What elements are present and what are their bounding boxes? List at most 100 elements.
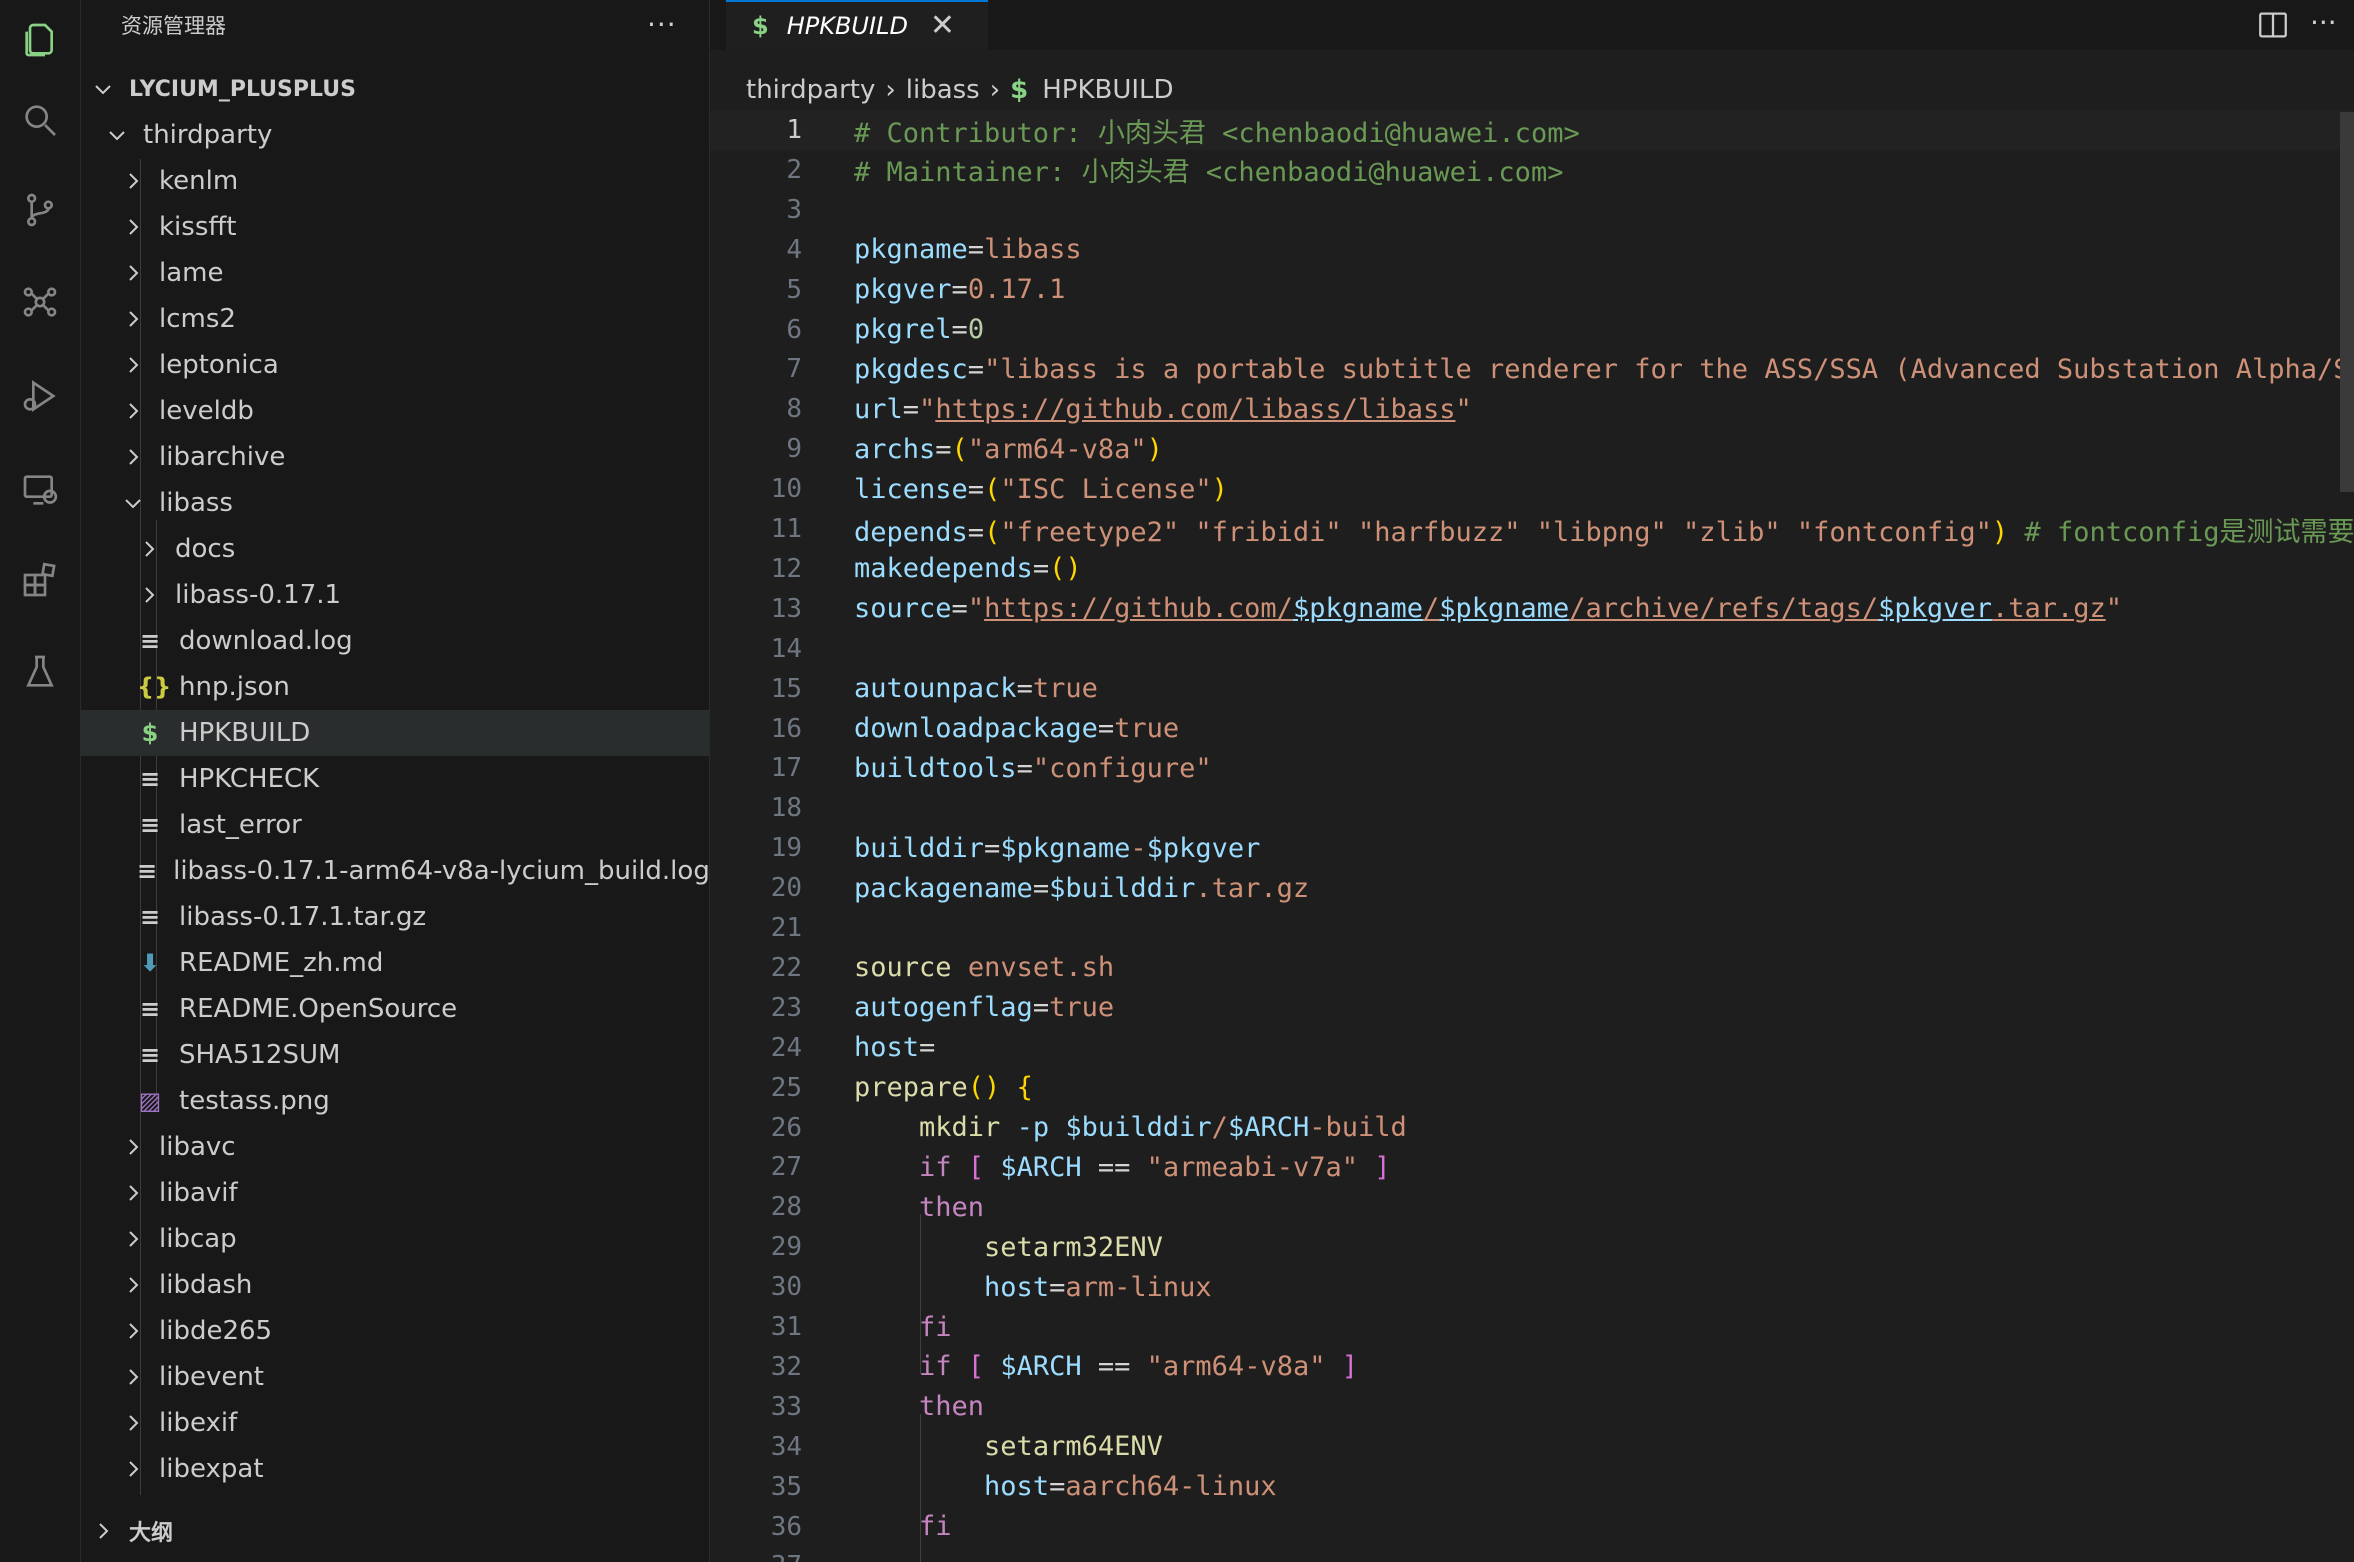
outline-section[interactable]: 大纲 [81, 1508, 709, 1554]
text-file-icon: ≡ [139, 627, 161, 655]
tree-file[interactable]: ≡ libass-0.17.1-arm64-v8a-lycium_build.lo… [81, 848, 709, 894]
run-debug-icon[interactable] [0, 356, 80, 436]
tree-file[interactable]: ≡ HPKCHECK [81, 756, 709, 802]
tree-folder[interactable]: libass-0.17.1 [81, 572, 709, 618]
tree-folder[interactable]: libexpat [81, 1446, 709, 1492]
source-control-icon[interactable] [0, 170, 80, 250]
code-token: prepare [854, 1072, 968, 1104]
tree-item-label: testass.png [179, 1086, 330, 1116]
tree-folder[interactable]: kissfft [81, 204, 709, 250]
tree-folder[interactable]: lcms2 [81, 296, 709, 342]
code-token: " [967, 593, 985, 625]
tree-folder[interactable]: libevent [81, 1354, 709, 1400]
line-number: 35 [770, 1471, 802, 1502]
breadcrumb-item[interactable]: HPKBUILD [1042, 75, 1173, 105]
tree-folder[interactable]: libass [81, 480, 709, 526]
testing-icon[interactable] [0, 632, 80, 712]
code-token: = [951, 274, 968, 306]
tree-folder[interactable]: leptonica [81, 342, 709, 388]
text-file-icon: ≡ [137, 857, 158, 885]
tree-folder[interactable]: libexif [81, 1400, 709, 1446]
tree-item-label: thirdparty [143, 120, 273, 150]
close-icon[interactable]: ✕ [930, 11, 955, 41]
code-token: # fontconfig是测试需要 [2008, 516, 2354, 548]
explorer-more-button[interactable]: ··· [647, 8, 677, 41]
tree-file[interactable]: ≡ SHA512SUM [81, 1032, 709, 1078]
split-editor-icon[interactable] [2256, 8, 2290, 42]
code-text: downloadpackage=true [854, 713, 1179, 744]
tree-item-label: libavc [159, 1132, 236, 1162]
tree-folder[interactable]: libcap [81, 1216, 709, 1262]
code-token: = [1032, 553, 1050, 585]
tree-folder[interactable]: lame [81, 250, 709, 296]
breadcrumb-item[interactable]: libass [906, 75, 980, 105]
line-number: 3 [786, 194, 802, 225]
code-line: 15 autounpack=true [710, 669, 2354, 709]
tree-file[interactable]: ▨ testass.png [81, 1078, 709, 1124]
code-line: 11 depends=("freetype2" "fribidi" "harfbu… [710, 509, 2354, 549]
workspace-root[interactable]: LYCIUM_PLUSPLUS [81, 66, 709, 112]
tree-file[interactable]: ≡ README.OpenSource [81, 986, 709, 1032]
tree-folder[interactable]: thirdparty [81, 112, 709, 158]
tree-file[interactable]: ≡ last_error [81, 802, 709, 848]
tree-folder[interactable]: libde265 [81, 1308, 709, 1354]
breadcrumb-item[interactable]: thirdparty [746, 75, 875, 105]
tree-file[interactable]: {} hnp.json [81, 664, 709, 710]
code-token: libass [984, 234, 1082, 266]
code-token: / [1422, 593, 1440, 625]
tree-folder[interactable]: libdash [81, 1262, 709, 1308]
code-line: 20 packagename=$builddir.tar.gz [710, 868, 2354, 908]
tree-folder[interactable]: docs [81, 526, 709, 572]
code-token: () [967, 1072, 1001, 1104]
chevron-right-icon [129, 1185, 139, 1201]
tree-file[interactable]: ≡ libass-0.17.1.tar.gz [81, 894, 709, 940]
tree-file[interactable]: ≡ download.log [81, 618, 709, 664]
tree-folder[interactable]: kenlm [81, 158, 709, 204]
search-icon[interactable] [0, 80, 80, 160]
tree-item-label: last_error [179, 810, 302, 840]
tree-file[interactable]: $ HPKBUILD [81, 710, 709, 756]
code-line: 26 mkdir -p $builddir/$ARCH-build [710, 1108, 2354, 1148]
code-text: mkdir -p $builddir/$ARCH-build [854, 1112, 1407, 1143]
line-number: 30 [770, 1272, 802, 1303]
explorer-icon[interactable] [0, 0, 80, 80]
code-token: /archive/refs/tags/ [1569, 593, 1879, 625]
editor-more-button[interactable]: ··· [2310, 6, 2337, 39]
code-line: 35 host=aarch64-linux [710, 1467, 2354, 1507]
tab-hpkbuild[interactable]: $ HPKBUILD ✕ [726, 0, 988, 50]
tree-file[interactable]: ⬇ README_zh.md [81, 940, 709, 986]
shell-file-icon: $ [1010, 75, 1029, 105]
editor-scrollbar[interactable] [2340, 112, 2354, 492]
remote-explorer-icon[interactable] [0, 450, 80, 530]
code-token: fi [919, 1511, 952, 1542]
tree-folder[interactable]: leveldb [81, 388, 709, 434]
code-token: 0.17.1 [967, 274, 1066, 306]
line-number: 4 [786, 234, 802, 265]
breadcrumb: thirdparty › libass › $ HPKBUILD [746, 70, 1174, 110]
tree-item-label: libavif [159, 1178, 238, 1208]
code-token: setarm32ENV [984, 1231, 1163, 1263]
chevron-right-icon [99, 1523, 109, 1539]
tree-folder[interactable]: libavc [81, 1124, 709, 1170]
code-token: setarm64ENV [984, 1431, 1163, 1463]
extensions-icon[interactable] [0, 540, 80, 620]
code-line: 8 url="https://github.com/libass/libass" [710, 389, 2354, 429]
code-token: " [2105, 593, 2123, 625]
line-number: 8 [786, 394, 802, 425]
code-line: 30 host=arm-linux [710, 1267, 2354, 1307]
code-text: if [ $ARCH == "arm64-v8a" ] [854, 1351, 1358, 1382]
code-line: 31 fi [710, 1307, 2354, 1347]
tree-item-label: libarchive [159, 442, 286, 472]
line-number: 27 [770, 1152, 802, 1183]
line-number: 1 [786, 115, 802, 145]
code-editor[interactable]: 1 # Contributor: 小肉头君 <chenbaodi@huawei.c… [710, 110, 2354, 1562]
chevron-right-icon [129, 1369, 139, 1385]
tree-folder[interactable]: libavif [81, 1170, 709, 1216]
tree-folder[interactable]: libarchive [81, 434, 709, 480]
graph-icon[interactable] [0, 262, 80, 342]
code-text: pkgver=0.17.1 [854, 274, 1065, 305]
code-line: 5 pkgver=0.17.1 [710, 270, 2354, 310]
code-line: 22 source envset.sh [710, 948, 2354, 988]
